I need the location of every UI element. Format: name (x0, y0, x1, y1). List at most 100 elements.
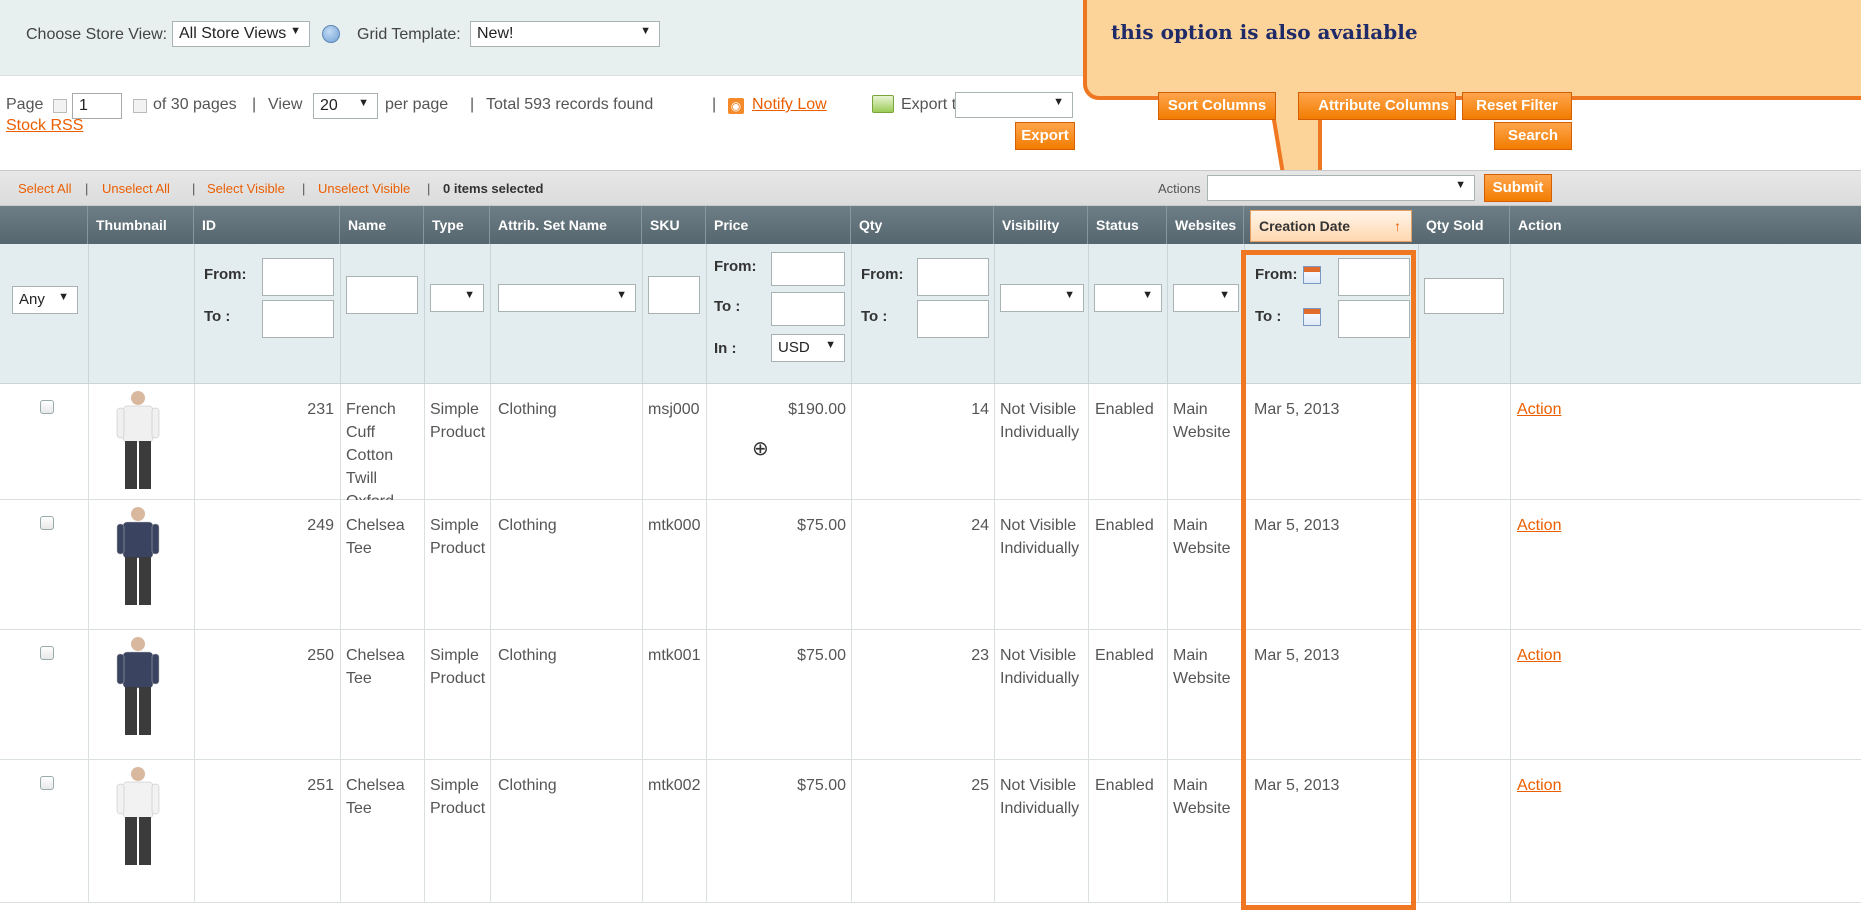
cell-name-line: French (346, 401, 396, 418)
notify-low-stock-link[interactable]: Notify Low (752, 96, 827, 114)
select-all-link[interactable]: Select All (18, 181, 71, 196)
cell-sku: mtk001 (648, 647, 701, 664)
header-qty[interactable]: Qty (851, 206, 994, 244)
price-currency-label: In : (714, 340, 737, 357)
chevron-down-icon: ▼ (616, 289, 627, 301)
export-select[interactable]: ▼ (955, 92, 1073, 118)
view-label: View (268, 96, 303, 113)
sort-arrow-icon: ↑ (1394, 218, 1401, 234)
export-icon (872, 95, 894, 113)
attribute-columns-button[interactable]: Attribute Columns (1298, 92, 1456, 120)
header-thumbnail[interactable]: Thumbnail (88, 206, 194, 244)
row-action-link[interactable]: Action (1517, 398, 1561, 421)
unselect-all-link[interactable]: Unselect All (102, 181, 170, 196)
cell-attrib-set: Clothing (498, 401, 557, 418)
sku-filter-input[interactable] (648, 276, 700, 314)
cell-type: Simple Product (430, 398, 490, 444)
table-row: 251 Chelsea Tee Simple Product Clothing mtk002… (0, 760, 1861, 903)
cell-websites-line: Main (1173, 401, 1208, 418)
next-page-icon[interactable] (133, 99, 147, 113)
grid-template-value: New! (477, 25, 514, 42)
cell-type-line: Product (430, 424, 486, 441)
row-checkbox[interactable] (40, 400, 54, 414)
attrib-set-filter-select[interactable]: ▼ (498, 284, 636, 312)
row-checkbox[interactable] (40, 776, 54, 790)
grid-template-select[interactable]: New! ▼ (470, 21, 660, 47)
cell-visibility-line: Individually (1000, 670, 1080, 687)
product-thumbnail (116, 637, 160, 735)
reset-filter-button[interactable]: Reset Filter (1462, 92, 1572, 120)
header-name[interactable]: Name (340, 206, 424, 244)
header-creation-date[interactable]: Creation Date ↑ (1250, 210, 1412, 242)
name-filter-input[interactable] (346, 276, 418, 314)
chevron-down-icon: ▼ (1142, 289, 1153, 301)
chevron-down-icon: ▼ (58, 291, 69, 303)
qty-sold-filter-input[interactable] (1424, 278, 1504, 314)
cell-type-line: Simple (430, 401, 479, 418)
cell-websites-line: Website (1173, 670, 1231, 687)
cell-name[interactable]: Chelsea Tee (346, 644, 422, 690)
search-button[interactable]: Search (1494, 122, 1572, 150)
header-type[interactable]: Type (424, 206, 490, 244)
cell-visibility: Not Visible Individually (1000, 398, 1090, 444)
qty-to-input[interactable] (917, 300, 989, 338)
cell-name-line: Cotton (346, 447, 394, 464)
page-input[interactable]: 1 (72, 93, 122, 119)
cell-name[interactable]: FrenchCuffCottonTwillOxford (346, 398, 422, 513)
separator: | (85, 181, 89, 196)
header-status[interactable]: Status (1088, 206, 1167, 244)
id-to-input[interactable] (262, 300, 334, 338)
product-thumbnail (116, 391, 160, 489)
qty-from-input[interactable] (917, 258, 989, 296)
filter-row: Any ▼ From: To : ▼ ▼ From: To : In : USD ▼… (0, 244, 1861, 384)
cell-name-line: Chelsea (346, 647, 405, 664)
header-qty-sold[interactable]: Qty Sold (1418, 206, 1510, 244)
price-to-input[interactable] (771, 292, 845, 326)
separator: | (470, 96, 475, 113)
crosshair-cursor-icon: ⊕ (752, 438, 769, 460)
notify-low-stock-link-cont[interactable]: Stock RSS (6, 117, 83, 135)
status-filter-select[interactable]: ▼ (1094, 284, 1162, 312)
header-attrib-set[interactable]: Attrib. Set Name (490, 206, 642, 244)
id-from-input[interactable] (262, 258, 334, 296)
cell-price: $190.00 (788, 401, 846, 418)
per-page-select[interactable]: 20 ▼ (313, 93, 378, 119)
export-button[interactable]: Export (1015, 122, 1075, 150)
cell-type-line: Simple (430, 777, 479, 794)
header-sku[interactable]: SKU (642, 206, 706, 244)
cell-qty: 23 (971, 647, 989, 664)
visibility-filter-select[interactable]: ▼ (1000, 284, 1084, 312)
cell-attrib-set: Clothing (498, 647, 557, 664)
submit-button[interactable]: Submit (1484, 174, 1552, 202)
select-visible-link[interactable]: Select Visible (207, 181, 285, 196)
row-checkbox[interactable] (40, 646, 54, 660)
cell-type-line: Product (430, 540, 486, 557)
chevron-down-icon: ▼ (1064, 289, 1075, 301)
unselect-visible-link[interactable]: Unselect Visible (318, 181, 410, 196)
actions-select[interactable]: ▼ (1207, 175, 1475, 201)
table-row: 250 Chelsea Tee Simple Product Clothing mtk001… (0, 630, 1861, 760)
header-id[interactable]: ID (194, 206, 340, 244)
row-action-link[interactable]: Action (1517, 774, 1561, 797)
sort-columns-button[interactable]: Sort Columns (1158, 92, 1276, 120)
prev-page-icon[interactable] (53, 99, 67, 113)
store-view-select[interactable]: All Store Views ▼ (172, 21, 310, 47)
row-action-link[interactable]: Action (1517, 514, 1561, 537)
header-websites[interactable]: Websites (1167, 206, 1244, 244)
currency-select[interactable]: USD ▼ (771, 334, 845, 362)
cell-type-line: Product (430, 670, 486, 687)
cell-type-line: Simple (430, 647, 479, 664)
cell-name[interactable]: Chelsea Tee (346, 774, 422, 820)
row-action-link[interactable]: Action (1517, 644, 1561, 667)
table-row: 249 Chelsea Tee Simple Product Clothing mtk000… (0, 500, 1861, 630)
massaction-filter-select[interactable]: Any ▼ (12, 286, 78, 314)
websites-filter-select[interactable]: ▼ (1173, 284, 1239, 312)
header-price[interactable]: Price (706, 206, 851, 244)
cell-name[interactable]: Chelsea Tee (346, 514, 422, 560)
row-checkbox[interactable] (40, 516, 54, 530)
help-icon[interactable] (322, 25, 340, 43)
cell-attrib-set: Clothing (498, 777, 557, 794)
type-filter-select[interactable]: ▼ (430, 284, 484, 312)
header-visibility[interactable]: Visibility (994, 206, 1088, 244)
price-from-input[interactable] (771, 252, 845, 286)
